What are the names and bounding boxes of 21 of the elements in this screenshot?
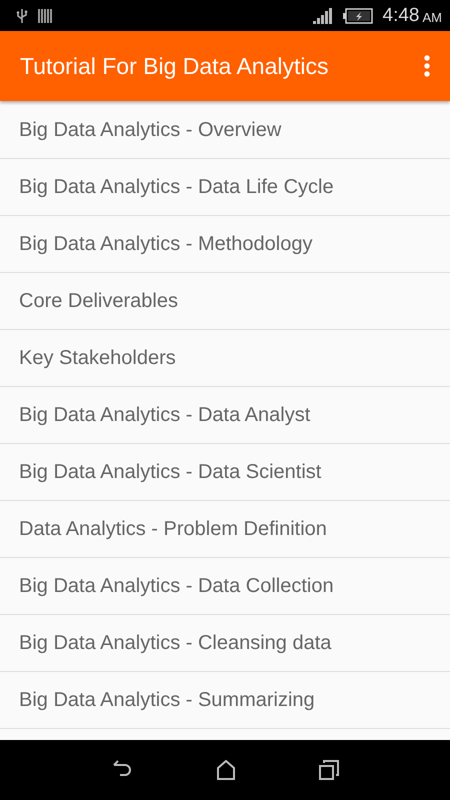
topic-item[interactable]: Big Data Analytics - Summarizing — [0, 672, 450, 729]
topic-item[interactable]: Core Deliverables — [0, 273, 450, 330]
overflow-menu-icon[interactable] — [424, 55, 430, 77]
topic-item[interactable]: Big Data Analytics - Methodology — [0, 216, 450, 273]
signal-icon — [312, 8, 333, 24]
topic-item[interactable]: Big Data Analytics - Data Collection — [0, 558, 450, 615]
topic-item[interactable]: Big Data Analytics - Data Life Cycle — [0, 159, 450, 216]
topic-item[interactable]: Big Data Analytics - Data Analyst — [0, 387, 450, 444]
topic-item[interactable]: Big Data Analytics - Overview — [0, 102, 450, 159]
clock-time: 4:48 — [382, 4, 420, 26]
barcode-icon — [38, 8, 52, 22]
topic-item[interactable]: Key Stakeholders — [0, 330, 450, 387]
clock-meridiem: AM — [422, 10, 442, 25]
battery-charging-icon — [342, 8, 373, 24]
topic-item[interactable]: Data Analytics - Problem Definition — [0, 501, 450, 558]
topic-item[interactable]: Big Data Analytics - Data Scientist — [0, 444, 450, 501]
topic-item[interactable]: Big Data Analytics - Cleansing data — [0, 615, 450, 672]
usb-icon — [16, 8, 28, 24]
app-title: Tutorial For Big Data Analytics — [20, 52, 328, 80]
recent-apps-icon[interactable] — [318, 760, 339, 780]
home-icon[interactable] — [216, 760, 236, 780]
